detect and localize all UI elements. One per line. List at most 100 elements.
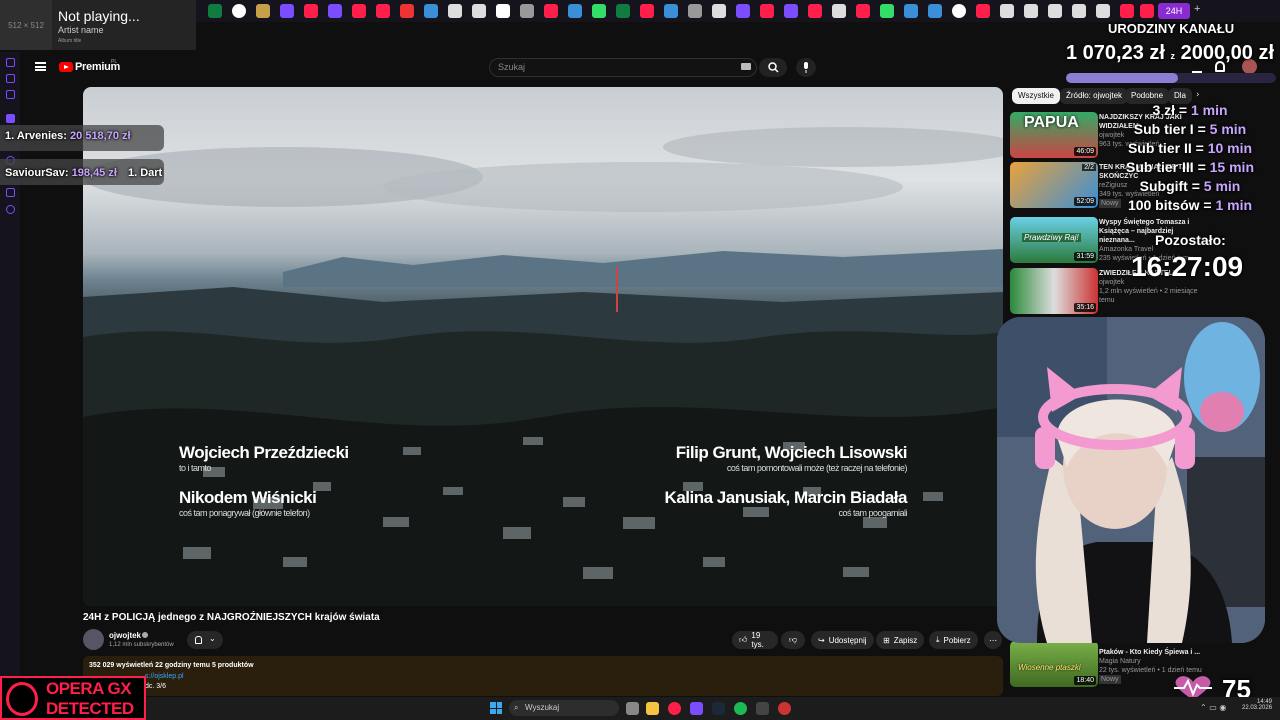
tab-favicon[interactable] [1120, 4, 1134, 18]
tab-favicon[interactable] [352, 4, 366, 18]
recommendation-thumbnail[interactable]: 35:16 [1010, 268, 1098, 314]
tab-favicon[interactable] [736, 4, 750, 18]
chip-all[interactable]: Wszystkie [1012, 88, 1060, 104]
tab-favicon[interactable] [1048, 4, 1062, 18]
opera-gx-icon[interactable] [668, 702, 681, 715]
search-button[interactable] [759, 58, 787, 77]
tab-favicon[interactable] [424, 4, 438, 18]
download-button[interactable]: ⤓ Pobierz [929, 631, 978, 649]
sidebar-icon[interactable] [6, 114, 15, 123]
dislike-button[interactable]: 👎︎ [781, 631, 805, 649]
more-actions-button[interactable]: ⋯ [984, 631, 1002, 649]
tab-favicon[interactable] [1000, 4, 1014, 18]
tab-favicon[interactable] [1072, 4, 1086, 18]
tab-active[interactable]: 24H [1158, 3, 1190, 19]
channel-avatar[interactable] [83, 629, 104, 650]
recommendation-thumbnail[interactable]: Wiosenne ptaszki 18:40 [1010, 641, 1098, 687]
tab-favicon[interactable] [496, 4, 510, 18]
tab-favicon[interactable] [376, 4, 390, 18]
donor-amount: 20 518,70 zł [70, 130, 131, 142]
youtube-logo-icon[interactable] [59, 62, 73, 72]
tab-favicon[interactable] [280, 4, 294, 18]
recommendation-thumbnail[interactable]: 2/2 52:09 [1010, 162, 1098, 208]
tab-favicon[interactable] [568, 4, 582, 18]
tab-favicon[interactable] [328, 4, 342, 18]
timer-value: 16:27:09 [1131, 251, 1244, 282]
steam-icon[interactable] [712, 702, 725, 715]
tab-favicon[interactable] [400, 4, 414, 18]
goal-progress-fill [1066, 73, 1179, 83]
tab-favicon[interactable] [256, 4, 270, 18]
tab-favicon[interactable] [592, 4, 606, 18]
tab-favicon[interactable] [760, 4, 774, 18]
tab-favicon[interactable] [544, 4, 558, 18]
thumbs-up-icon: 👍︎ [739, 635, 748, 644]
file-explorer-icon[interactable] [646, 702, 659, 715]
like-count: 19 tys. [751, 631, 764, 649]
chevron-right-icon[interactable]: › [1196, 90, 1200, 100]
shop-link[interactable]: s://ojsklep.pl [145, 673, 184, 680]
menu-icon[interactable] [35, 62, 46, 71]
credit-block: Filip Grunt, Wojciech Lisowski coś tam p… [676, 443, 908, 473]
app-icon[interactable] [756, 702, 769, 715]
share-button[interactable]: ↪ Udostępnij [811, 631, 874, 649]
channel-name[interactable]: ojwojtek [109, 631, 141, 640]
tab-favicon[interactable] [856, 4, 870, 18]
clock-date: 22.03.2026 [1242, 705, 1273, 711]
tab-favicon[interactable] [232, 4, 246, 18]
tab-favicon[interactable] [712, 4, 726, 18]
clock[interactable]: 14:49 22.03.2026 [1242, 699, 1272, 711]
new-tab-button[interactable]: + [1194, 3, 1200, 15]
tab-favicon[interactable] [664, 4, 678, 18]
tab-favicon[interactable] [1096, 4, 1110, 18]
chevron-down-icon: ⌄ [209, 634, 216, 643]
sidebar-icon[interactable] [6, 58, 15, 67]
recommendation-thumbnail[interactable]: Prawdziwy Raj! 31:59 [1010, 217, 1098, 263]
sidebar-icon[interactable] [6, 74, 15, 83]
task-view-icon[interactable] [626, 702, 639, 715]
tab-favicon[interactable] [304, 4, 318, 18]
recommendation-thumbnail[interactable]: PAPUA 46:09 [1010, 112, 1098, 158]
settings-icon[interactable] [6, 205, 15, 214]
tab-favicon[interactable] [784, 4, 798, 18]
opera-logo-icon [6, 682, 38, 716]
tab-favicon[interactable] [1024, 4, 1038, 18]
video-player[interactable]: Wojciech Przeździecki to i tamto Nikodem… [83, 87, 1003, 606]
video-description[interactable]: 352 029 wyświetleń 22 godziny temu 5 pro… [83, 656, 1003, 696]
tab-favicon[interactable] [808, 4, 822, 18]
rate-line: 3 zł = 1 min [1116, 101, 1264, 120]
credit-role: coś tam poogarniali [838, 508, 907, 518]
tab-favicon[interactable] [880, 4, 894, 18]
tab-favicon[interactable] [520, 4, 534, 18]
tab-favicon[interactable] [688, 4, 702, 18]
sidebar-icon[interactable] [6, 188, 15, 197]
tab-favicon[interactable] [976, 4, 990, 18]
tab-favicon[interactable] [472, 4, 486, 18]
tab-favicon[interactable] [904, 4, 918, 18]
save-button[interactable]: ⊞ Zapisz [876, 631, 925, 649]
mic-button[interactable] [796, 58, 816, 77]
system-tray-icons[interactable]: ⌃ ▭ ◉ [1200, 703, 1226, 712]
taskbar-search-input[interactable]: Wyszukaj [509, 700, 619, 716]
discord-icon[interactable] [690, 702, 703, 715]
recommendation-meta: 22 tys. wyświetleń • 1 dzień temu [1099, 667, 1202, 674]
tab-favicon[interactable] [952, 4, 966, 18]
tab-favicon[interactable] [832, 4, 846, 18]
keyboard-icon[interactable] [741, 63, 751, 70]
sidebar-icon[interactable] [6, 90, 15, 99]
tab-favicon[interactable] [1140, 4, 1154, 18]
app-icon[interactable] [778, 702, 791, 715]
verified-icon [142, 632, 148, 638]
subscribed-button[interactable]: ⌄ [187, 631, 223, 649]
rate-line: Sub tier II = 10 min [1116, 139, 1264, 158]
search-input[interactable]: Szukaj [489, 58, 757, 77]
tab-favicon[interactable] [928, 4, 942, 18]
tab-favicon[interactable] [208, 4, 222, 18]
like-button[interactable]: 👍︎ 19 tys. [732, 631, 778, 649]
tab-favicon[interactable] [640, 4, 654, 18]
tab-favicon[interactable] [448, 4, 462, 18]
windows-start-icon[interactable] [490, 702, 502, 714]
rate-value: 5 min [1203, 178, 1241, 194]
spotify-icon[interactable] [734, 702, 747, 715]
tab-favicon[interactable] [616, 4, 630, 18]
